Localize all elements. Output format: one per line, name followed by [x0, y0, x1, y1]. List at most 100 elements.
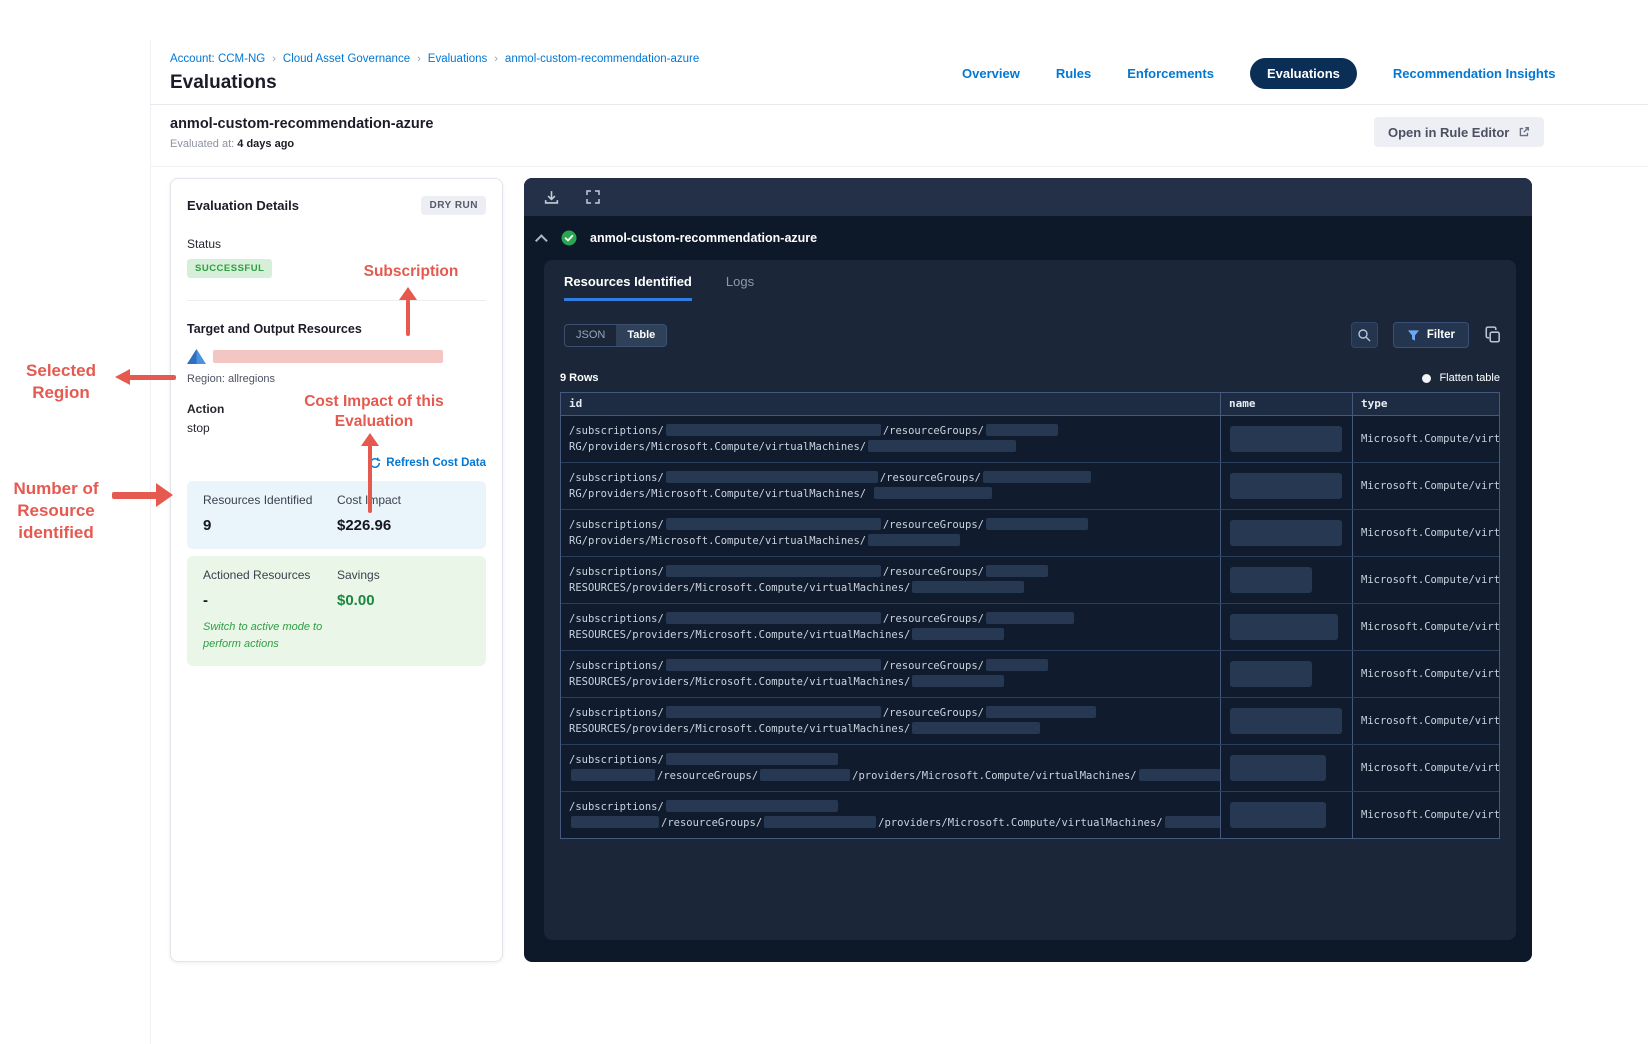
filter-button[interactable]: Filter	[1392, 322, 1469, 348]
resource-id-text: /subscriptions/	[569, 613, 664, 625]
resource-id-line: /resourceGroups/ /providers/Microsoft.Com…	[569, 815, 1220, 831]
resource-id-line: /subscriptions/ /resourceGroups/	[569, 658, 1212, 674]
resource-id-line: RG/providers/Microsoft.Compute/virtualMa…	[569, 533, 1212, 549]
selected-region-arrow-shaft	[129, 375, 176, 380]
redacted-name	[1230, 614, 1338, 640]
resource-id-cell: /subscriptions/ /resourceGroups/RG/provid…	[561, 463, 1220, 509]
view-toggle-table[interactable]: Table	[616, 325, 667, 346]
subscription-arrow-shaft	[406, 299, 410, 336]
region-value: Region: allregions	[187, 373, 276, 385]
refresh-cost-data-label: Refresh Cost Data	[386, 457, 486, 469]
breadcrumb-separator: ›	[417, 53, 421, 65]
column-header-name[interactable]: name	[1220, 393, 1352, 415]
redacted-value	[868, 534, 961, 546]
external-link-icon	[1518, 126, 1530, 138]
resource-name-cell	[1220, 510, 1352, 556]
resource-count-arrow-shaft	[112, 492, 159, 499]
redacted-value	[912, 628, 1005, 640]
table-row[interactable]: /subscriptions/ /resourceGroups/RG/provid…	[561, 462, 1499, 509]
redacted-value	[571, 769, 655, 781]
resource-id-text: /subscriptions/	[569, 519, 664, 531]
collapse-chevron-icon[interactable]	[535, 233, 548, 247]
annotation-resource-count: Number of Resource identified	[13, 479, 99, 543]
resource-id-text: /resourceGroups/	[882, 566, 984, 578]
table-row[interactable]: /subscriptions/ /resourceGroups/ /provider…	[561, 791, 1499, 838]
status-label: Status	[187, 237, 222, 251]
status-badge: SUCCESSFUL	[187, 259, 273, 278]
resource-type-cell: Microsoft.Compute/virtu	[1352, 651, 1499, 697]
table-row[interactable]: /subscriptions/ /resourceGroups/RESOURCES…	[561, 697, 1499, 744]
resources-table: id name type /subscriptions/ /resourceGro…	[560, 392, 1500, 839]
resource-id-line: /subscriptions/	[569, 799, 1212, 815]
table-row[interactable]: /subscriptions/ /resourceGroups/RESOURCES…	[561, 556, 1499, 603]
resource-name-cell	[1220, 698, 1352, 744]
resource-id-line: /subscriptions/	[569, 752, 1212, 768]
resource-name-cell	[1220, 416, 1352, 462]
nav-tab-enforcements[interactable]: Enforcements	[1127, 66, 1214, 81]
evaluation-name-title: anmol-custom-recommendation-azure	[170, 116, 434, 132]
resource-id-line: /subscriptions/ /resourceGroups/	[569, 611, 1212, 627]
resource-id-cell: /subscriptions/ /resourceGroups/RESOURCES…	[561, 651, 1220, 697]
content-left-divider	[150, 40, 151, 1044]
cost-impact-arrow-shaft	[368, 445, 372, 513]
tab-resources-identified[interactable]: Resources Identified	[564, 274, 692, 301]
evaluated-at-value: 4 days ago	[237, 138, 295, 150]
resource-id-line: RESOURCES/providers/Microsoft.Compute/vi…	[569, 627, 1212, 643]
breadcrumb-item-rule[interactable]: anmol-custom-recommendation-azure	[505, 53, 699, 65]
filter-funnel-icon	[1407, 329, 1420, 342]
resource-id-text: /resourceGroups/	[882, 519, 984, 531]
redacted-name	[1230, 520, 1342, 546]
card-divider	[187, 300, 486, 301]
resource-id-text: /resourceGroups/	[882, 707, 984, 719]
resource-id-cell: /subscriptions/ /resourceGroups/RESOURCES…	[561, 557, 1220, 603]
table-row[interactable]: /subscriptions/ /resourceGroups/RG/provid…	[561, 416, 1499, 462]
rows-count: 9 Rows	[560, 372, 599, 384]
savings-value: $0.00	[337, 592, 375, 609]
redacted-value	[912, 581, 1025, 593]
resource-id-text: RG/providers/Microsoft.Compute/virtualMa…	[569, 535, 867, 547]
open-rule-editor-button[interactable]: Open in Rule Editor	[1374, 117, 1545, 147]
view-toggle-json[interactable]: JSON	[565, 325, 616, 346]
resource-count-arrow	[156, 483, 173, 507]
resource-type-cell: Microsoft.Compute/virtu	[1352, 792, 1499, 838]
nav-tab-evaluations[interactable]: Evaluations	[1249, 58, 1357, 89]
header-divider	[150, 104, 1648, 105]
table-row[interactable]: /subscriptions/ /resourceGroups/RESOURCES…	[561, 603, 1499, 650]
nav-tab-rules[interactable]: Rules	[1056, 66, 1091, 81]
resource-id-line: RESOURCES/providers/Microsoft.Compute/vi…	[569, 674, 1212, 690]
redacted-value	[912, 675, 1005, 687]
tab-logs[interactable]: Logs	[726, 274, 754, 301]
nav-tab-overview[interactable]: Overview	[962, 66, 1020, 81]
resource-id-text: /providers/Microsoft.Compute/virtualMach…	[878, 817, 1163, 829]
table-row[interactable]: /subscriptions/ /resourceGroups/RESOURCES…	[561, 650, 1499, 697]
success-check-icon	[561, 230, 577, 246]
resource-type-cell: Microsoft.Compute/virtu	[1352, 510, 1499, 556]
table-row[interactable]: /subscriptions/ /resourceGroups/RG/provid…	[561, 509, 1499, 556]
search-button[interactable]	[1350, 322, 1378, 348]
column-header-id[interactable]: id	[561, 393, 1220, 415]
refresh-cost-data-link[interactable]: Refresh Cost Data	[369, 457, 486, 469]
resource-id-line: /resourceGroups/ /providers/Microsoft.Com…	[569, 768, 1220, 784]
annotation-cost-impact: Cost Impact of this Evaluation	[304, 393, 444, 431]
copy-icon[interactable]	[1484, 326, 1502, 344]
page-title: Evaluations	[170, 72, 277, 93]
breadcrumb-item-account[interactable]: Account: CCM-NG	[170, 53, 265, 65]
resource-id-text: /resourceGroups/	[879, 472, 981, 484]
resource-id-line: RESOURCES/providers/Microsoft.Compute/vi…	[569, 721, 1212, 737]
column-header-type[interactable]: type	[1352, 393, 1499, 415]
flatten-table-toggle[interactable]: Flatten table	[1422, 372, 1500, 384]
fullscreen-icon[interactable]	[585, 189, 601, 205]
results-toolbar	[524, 178, 1532, 216]
breadcrumb-item-evaluations[interactable]: Evaluations	[428, 53, 487, 65]
download-icon[interactable]	[543, 189, 560, 206]
evaluation-details-heading: Evaluation Details	[187, 198, 299, 213]
view-toggle: JSON Table	[564, 324, 668, 347]
nav-tab-recommendation-insights[interactable]: Recommendation Insights	[1393, 66, 1556, 81]
selected-region-arrow	[115, 369, 130, 385]
redacted-value	[985, 518, 1088, 530]
resource-id-cell: /subscriptions/ /resourceGroups/ /provider…	[561, 745, 1220, 791]
table-row[interactable]: /subscriptions/ /resourceGroups/ /provider…	[561, 744, 1499, 791]
resource-type-cell: Microsoft.Compute/virtu	[1352, 604, 1499, 650]
resource-id-text: /resourceGroups/	[882, 425, 984, 437]
breadcrumb-item-governance[interactable]: Cloud Asset Governance	[283, 53, 410, 65]
